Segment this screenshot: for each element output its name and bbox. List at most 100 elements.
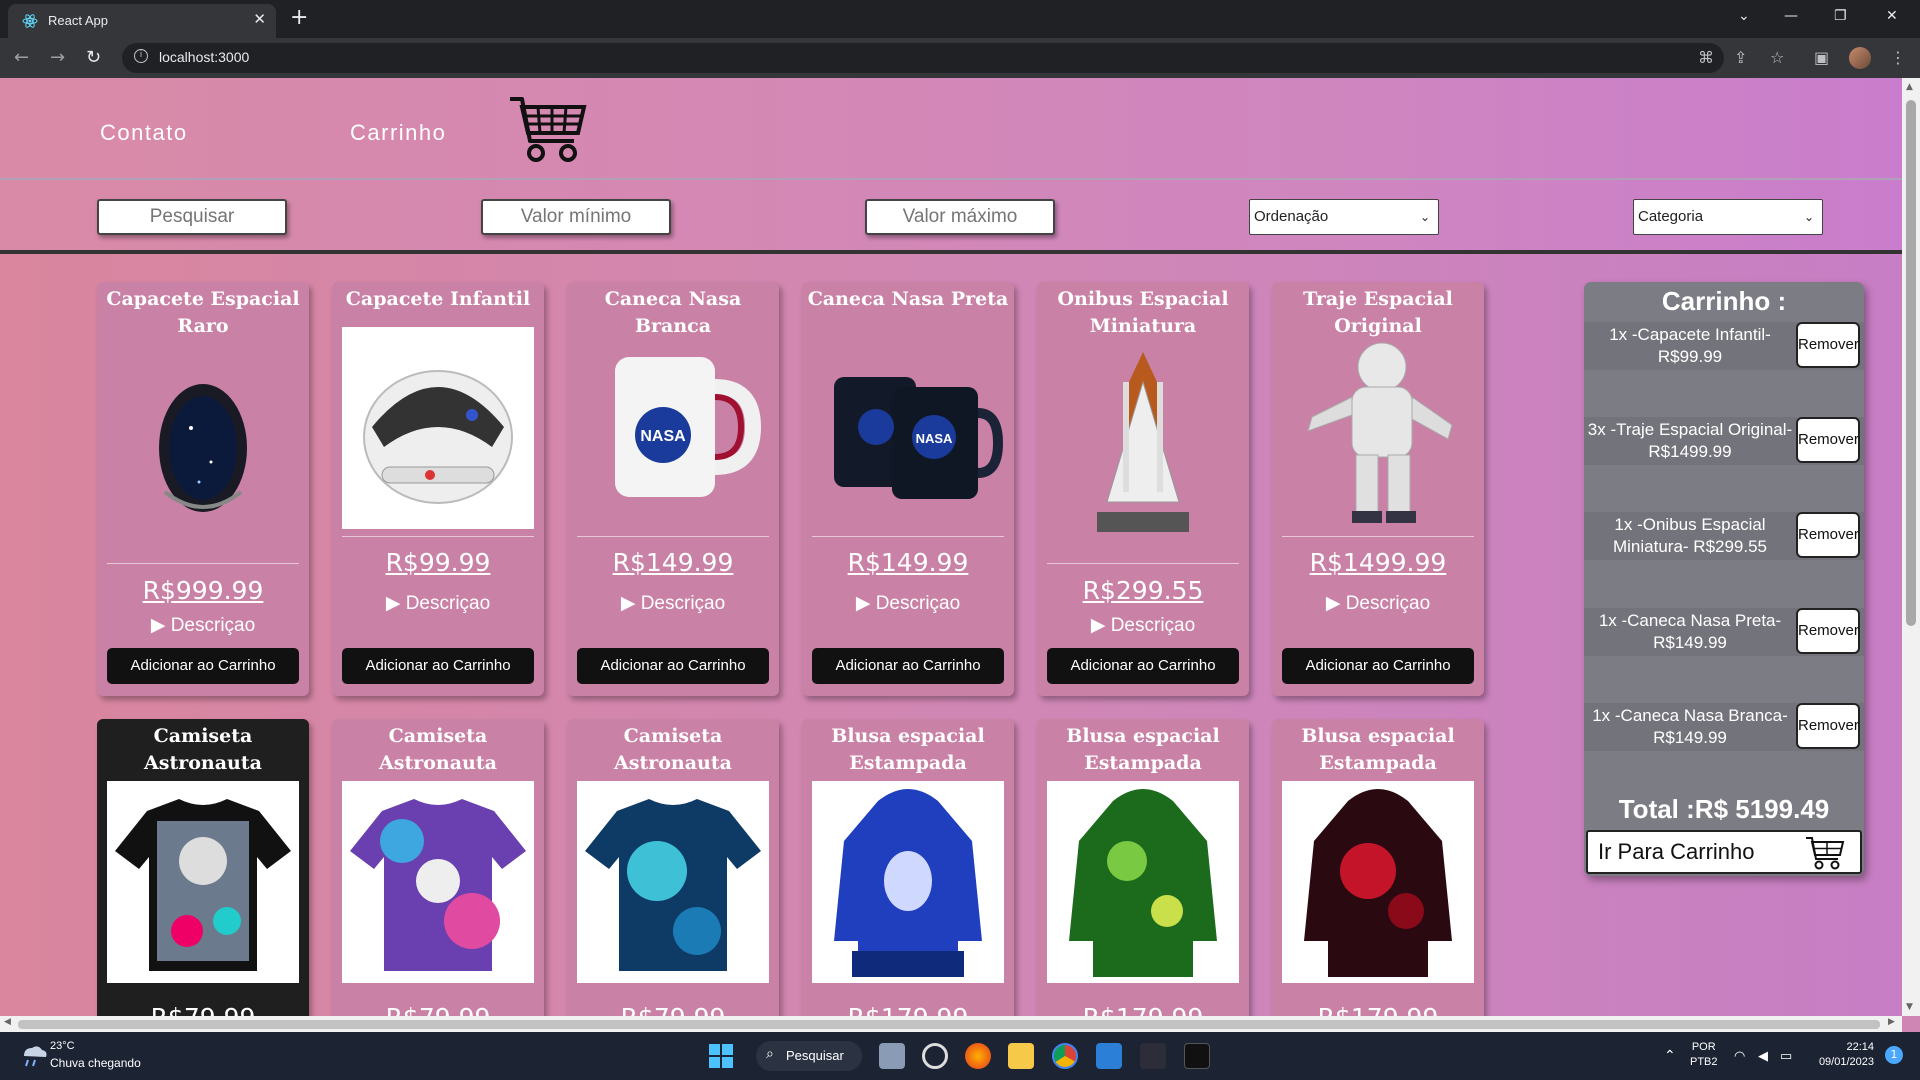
new-tab-icon[interactable]: + bbox=[290, 5, 308, 30]
product-card: Capacete Espacial Raro R$999.99 ▶ Descri… bbox=[97, 282, 309, 696]
site-info-icon[interactable]: i bbox=[134, 49, 148, 63]
cortana-icon[interactable] bbox=[922, 1043, 948, 1069]
remove-button[interactable]: Remover bbox=[1796, 417, 1860, 463]
add-to-cart-button[interactable]: Adicionar ao Carrinho bbox=[812, 648, 1004, 684]
cart-item-line: R$99.99 bbox=[1657, 347, 1723, 366]
web-page: Contato Carrinho Pesquisar Valor mínimo … bbox=[0, 78, 1902, 1016]
restore-icon[interactable]: ❐ bbox=[1834, 8, 1847, 24]
back-icon[interactable]: ← bbox=[14, 47, 29, 68]
dark-space-helmet-image bbox=[159, 384, 247, 512]
go-to-cart-button[interactable]: Ir Para Carrinho bbox=[1586, 830, 1862, 874]
windows-start-icon[interactable] bbox=[708, 1043, 734, 1069]
product-price: R$79.99 bbox=[567, 1003, 779, 1016]
minimize-icon[interactable]: — bbox=[1784, 8, 1798, 24]
forward-icon[interactable]: → bbox=[50, 47, 65, 68]
add-to-cart-button[interactable]: Adicionar ao Carrinho bbox=[342, 648, 534, 684]
battery-icon[interactable]: ▭ bbox=[1780, 1048, 1792, 1063]
category-select[interactable]: Categoria ⌄ bbox=[1633, 199, 1823, 235]
tab-close-icon[interactable]: ✕ bbox=[253, 10, 266, 28]
window-close-icon[interactable]: ✕ bbox=[1886, 8, 1898, 24]
scrollbar-thumb[interactable] bbox=[18, 1020, 1880, 1029]
kids-helmet-image bbox=[342, 327, 534, 529]
firefox-icon[interactable] bbox=[965, 1043, 991, 1069]
hoodie-blue-image bbox=[812, 781, 1004, 983]
product-name: Caneca Nasa Preta bbox=[807, 288, 1009, 310]
menu-icon[interactable]: ⋮ bbox=[1890, 48, 1906, 67]
product-price: R$79.99 bbox=[332, 1003, 544, 1016]
gaming-app-icon[interactable] bbox=[1140, 1043, 1166, 1069]
sort-select[interactable]: Ordenação ⌄ bbox=[1249, 199, 1439, 235]
astronaut-suit-image bbox=[1307, 342, 1453, 523]
description-toggle[interactable]: ▶ Descriçao bbox=[567, 592, 779, 615]
reload-icon[interactable]: ↻ bbox=[86, 47, 101, 68]
min-value-input[interactable]: Valor mínimo bbox=[481, 199, 671, 235]
side-panel-icon[interactable]: ▣ bbox=[1814, 48, 1829, 67]
product-card: Capacete Infantil R$99.99 ▶ Descriçao Ad… bbox=[332, 282, 544, 696]
chevron-down-icon: ⌄ bbox=[1419, 210, 1430, 224]
terminal-icon[interactable] bbox=[1184, 1043, 1210, 1069]
add-to-cart-button[interactable]: Adicionar ao Carrinho bbox=[1282, 648, 1474, 684]
windows-taskbar: 23°C Chuva chegando ⌕ Pesquisar ⌃ POR PT… bbox=[0, 1032, 1920, 1080]
description-toggle[interactable]: ▶ Descriçao bbox=[1037, 614, 1249, 637]
add-to-cart-button[interactable]: Adicionar ao Carrinho bbox=[577, 648, 769, 684]
remove-button[interactable]: Remover bbox=[1796, 703, 1860, 749]
scroll-left-icon[interactable]: ◀ bbox=[4, 1017, 11, 1027]
vertical-scrollbar[interactable]: ▲ ▼ bbox=[1902, 78, 1920, 1016]
clock[interactable]: 22:14 09/01/2023 bbox=[1810, 1040, 1874, 1070]
add-to-cart-button[interactable]: Adicionar ao Carrinho bbox=[107, 648, 299, 684]
bookmark-star-icon[interactable]: ☆ bbox=[1770, 48, 1784, 67]
product-card: Camiseta Astronauta Estampada R$79.99 bbox=[567, 719, 779, 1016]
notification-badge[interactable]: 1 bbox=[1885, 1046, 1903, 1064]
volume-icon[interactable]: ◀ bbox=[1758, 1048, 1768, 1063]
add-to-cart-button[interactable]: Adicionar ao Carrinho bbox=[1047, 648, 1239, 684]
scroll-down-icon[interactable]: ▼ bbox=[1906, 1002, 1913, 1012]
chevron-up-icon[interactable]: ⌃ bbox=[1664, 1048, 1676, 1063]
url-text[interactable]: localhost:3000 bbox=[159, 49, 249, 65]
product-card: Traje Espacial Original R$1499.99 ▶ Desc… bbox=[1272, 282, 1484, 696]
product-card: Blusa espacial Estampada R$179.99 bbox=[1272, 719, 1484, 1016]
max-value-input[interactable]: Valor máximo bbox=[865, 199, 1055, 235]
chrome-icon[interactable] bbox=[1052, 1043, 1078, 1069]
scroll-up-icon[interactable]: ▲ bbox=[1906, 82, 1913, 92]
scroll-right-icon[interactable]: ▶ bbox=[1888, 1017, 1895, 1027]
description-toggle[interactable]: ▶ Descriçao bbox=[97, 614, 309, 637]
vscode-icon[interactable] bbox=[1096, 1043, 1122, 1069]
description-toggle[interactable]: ▶ Descriçao bbox=[1272, 592, 1484, 615]
url-field[interactable]: i localhost:3000 bbox=[122, 43, 1724, 73]
description-toggle[interactable]: ▶ Descriçao bbox=[332, 592, 544, 615]
profile-avatar[interactable] bbox=[1849, 47, 1871, 69]
rain-cloud-icon[interactable] bbox=[18, 1042, 48, 1068]
tab-title: React App bbox=[48, 13, 108, 28]
translate-icon[interactable]: ⌘ bbox=[1698, 48, 1714, 67]
search-input[interactable]: Pesquisar bbox=[97, 199, 287, 235]
product-card: Blusa espacial Estampada R$179.99 bbox=[802, 719, 1014, 1016]
scrollbar-thumb[interactable] bbox=[1906, 100, 1916, 626]
file-explorer-icon[interactable] bbox=[1008, 1043, 1034, 1069]
card-divider bbox=[1047, 563, 1239, 564]
share-icon[interactable]: ⇪ bbox=[1734, 48, 1747, 67]
wifi-icon[interactable]: ◠ bbox=[1734, 1048, 1745, 1063]
cart-item: 1x -Onibus Espacial Miniatura- R$299.55 … bbox=[1584, 512, 1864, 560]
remove-button[interactable]: Remover bbox=[1796, 608, 1860, 654]
taskbar-search[interactable]: ⌕ Pesquisar bbox=[756, 1041, 862, 1071]
remove-button[interactable]: Remover bbox=[1796, 322, 1860, 368]
astronaut-tshirt-black-image bbox=[107, 781, 299, 983]
remove-button[interactable]: Remover bbox=[1796, 512, 1860, 558]
language-indicator[interactable]: POR PTB2 bbox=[1690, 1040, 1718, 1070]
cart-item-text: 1x -Caneca Nasa Preta- R$149.99 bbox=[1584, 610, 1796, 654]
product-name: Capacete Espacial Raro bbox=[106, 288, 300, 337]
product-card: Blusa espacial Estampada R$179.99 bbox=[1037, 719, 1249, 1016]
shopping-cart-icon[interactable] bbox=[508, 93, 588, 165]
description-toggle[interactable]: ▶ Descriçao bbox=[802, 592, 1014, 615]
language-code: POR bbox=[1691, 1041, 1716, 1053]
task-view-icon[interactable] bbox=[879, 1043, 905, 1069]
cart-panel: Carrinho : 1x -Capacete Infantil- R$99.9… bbox=[1584, 282, 1864, 876]
tab-search-icon[interactable]: ⌄ bbox=[1738, 8, 1750, 24]
cart-item: 1x -Caneca Nasa Branca- R$149.99 Remover bbox=[1584, 703, 1864, 751]
cart-item: 3x -Traje Espacial Original- R$1499.99 R… bbox=[1584, 417, 1864, 465]
browser-tab[interactable]: React App ✕ bbox=[8, 4, 276, 38]
horizontal-scrollbar[interactable]: ◀ ▶ bbox=[0, 1016, 1902, 1032]
nav-contato[interactable]: Contato bbox=[100, 120, 188, 146]
go-to-cart-label: Ir Para Carrinho bbox=[1598, 839, 1755, 864]
nav-carrinho[interactable]: Carrinho bbox=[350, 120, 446, 146]
